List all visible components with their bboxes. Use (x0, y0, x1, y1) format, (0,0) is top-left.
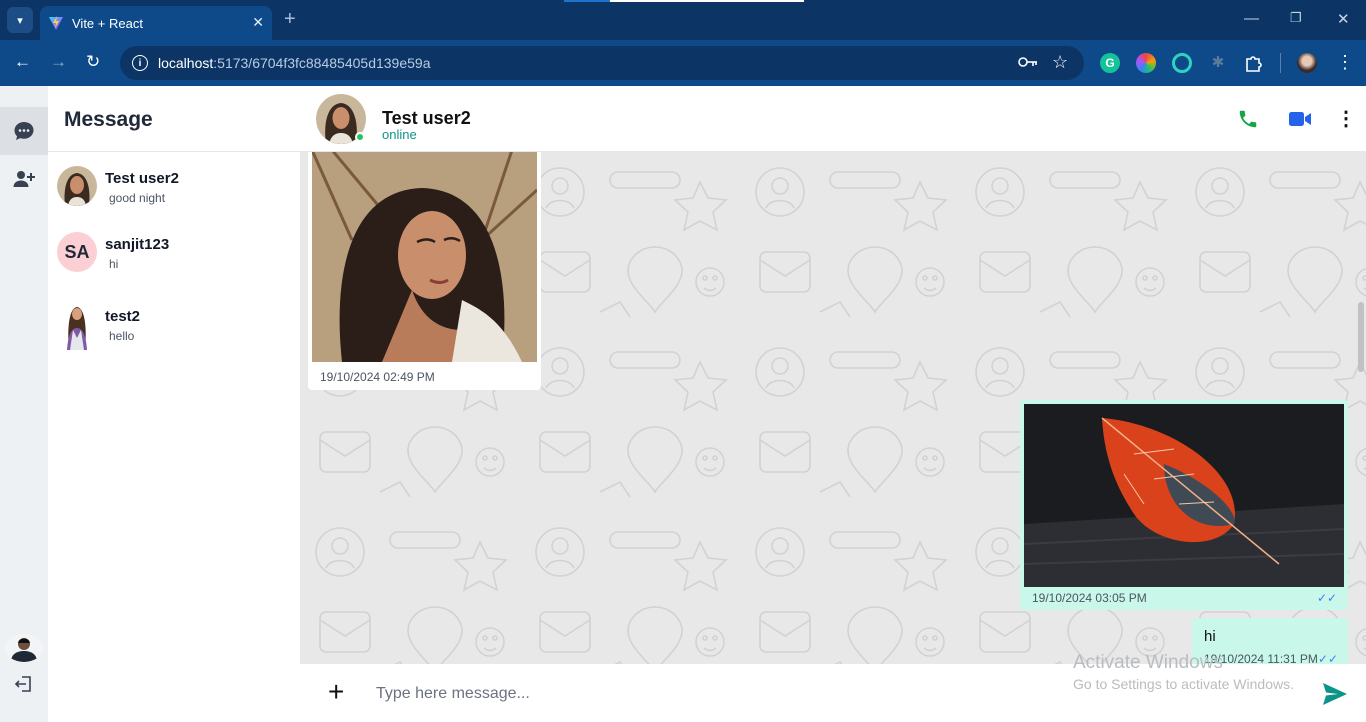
outgoing-image-message[interactable]: 19/10/2024 03:05 PM ✓✓ (1020, 400, 1348, 610)
send-icon[interactable] (1322, 682, 1348, 706)
message-image-portrait[interactable] (312, 152, 537, 362)
contact-item-test2[interactable]: test2 hello (48, 294, 300, 356)
contact-item-sanjit123[interactable]: SA sanjit123 hi (48, 222, 300, 284)
url-host: localhost (158, 55, 214, 71)
video-call-icon[interactable] (1288, 110, 1312, 128)
new-tab-button[interactable]: + (284, 8, 296, 31)
target-extension-icon[interactable] (1172, 53, 1192, 73)
minimize-icon[interactable]: — (1244, 10, 1259, 27)
bookmark-star-icon[interactable]: ☆ (1052, 52, 1068, 73)
phone-call-icon[interactable] (1237, 108, 1259, 130)
address-bar[interactable]: i localhost:5173/6704f3fc88485405d139e59… (120, 46, 1084, 80)
chats-nav-button[interactable] (0, 107, 48, 155)
contact-last-message: good night (109, 191, 166, 205)
back-arrow-icon[interactable]: ← (14, 52, 31, 72)
outgoing-text-message[interactable]: hi 19/10/2024 11:31 PM ✓✓ (1192, 618, 1348, 664)
browser-toolbar: ← → ↻ i localhost:5173/6704f3fc88485405d… (0, 40, 1366, 86)
profile-avatar[interactable] (1297, 53, 1317, 73)
contact-item-test-user2[interactable]: Test user2 good night (48, 156, 300, 218)
contact-name: test2 (105, 308, 141, 325)
chat-header: Test user2 online ⋮ (300, 86, 1366, 152)
tab-search-button[interactable]: ▾ (7, 7, 33, 33)
chat-contact-name: Test user2 (382, 108, 471, 128)
message-text: hi (1204, 628, 1216, 645)
read-receipt-icon: ✓✓ (1318, 652, 1339, 664)
extensions-puzzle-icon[interactable] (1244, 53, 1264, 73)
contact-name: Test user2 (105, 170, 179, 187)
forward-arrow-icon[interactable]: → (50, 52, 67, 72)
sidebar-title: Message (64, 108, 153, 131)
tab-title: Vite + React (72, 15, 143, 31)
restore-icon[interactable]: ❐ (1290, 10, 1302, 26)
contact-avatar (59, 298, 95, 350)
online-status-dot (355, 132, 365, 142)
read-receipt-icon: ✓✓ (1317, 591, 1338, 605)
message-timestamp: 19/10/2024 02:49 PM (320, 370, 435, 384)
add-friend-nav-button[interactable] (0, 155, 48, 203)
tab-close-icon[interactable]: ✕ (252, 14, 264, 31)
message-composer: + (300, 664, 1366, 722)
key-icon[interactable] (1018, 55, 1038, 69)
message-list[interactable]: 19/10/2024 02:49 PM 19/10/2024 03:05 PM … (300, 152, 1366, 664)
contact-initials-avatar: SA (57, 232, 97, 272)
chat-bubble-icon (14, 122, 34, 140)
contact-last-message: hi (109, 257, 119, 271)
conversation-sidebar: Message Test user2 good night SA sanjit1… (48, 86, 300, 722)
message-timestamp: 19/10/2024 03:05 PM (1032, 591, 1147, 605)
color-picker-extension-icon[interactable] (1136, 53, 1156, 73)
reload-icon[interactable]: ↻ (86, 52, 100, 72)
nav-rail (0, 86, 48, 722)
vite-logo-icon (49, 16, 63, 30)
attach-plus-button[interactable]: + (328, 678, 344, 706)
more-options-icon[interactable]: ⋮ (1336, 106, 1356, 131)
browser-tab[interactable]: Vite + React ✕ (40, 6, 272, 40)
contact-name: sanjit123 (105, 236, 170, 253)
browser-tab-bar: ▾ Vite + React ✕ + — ❐ ✕ (0, 0, 1366, 40)
url-path: :5173/6704f3fc88485405d139e59a (213, 55, 431, 71)
top-indicator (564, 0, 804, 2)
toolbar-divider (1280, 53, 1281, 73)
chat-panel: Test user2 online ⋮ 19/10/2024 02:49 PM … (300, 86, 1366, 722)
incoming-image-message[interactable]: 19/10/2024 02:49 PM (308, 152, 541, 390)
chat-contact-status: online (382, 127, 417, 142)
user-plus-icon (13, 171, 35, 187)
logout-button[interactable] (0, 660, 48, 708)
contact-last-message: hello (109, 329, 135, 343)
browser-menu-icon[interactable]: ⋮ (1336, 52, 1354, 73)
chevron-down-icon: ▾ (17, 14, 23, 27)
logout-icon (14, 676, 31, 692)
site-info-icon[interactable]: i (132, 55, 148, 71)
grammarly-extension-icon[interactable]: G (1100, 53, 1120, 73)
bug-extension-icon[interactable]: ✱ (1208, 53, 1228, 73)
contact-avatar (57, 166, 97, 206)
sidebar-divider (48, 151, 300, 152)
message-image-leaf[interactable] (1024, 404, 1344, 587)
message-timestamp: 19/10/2024 11:31 PM (1204, 652, 1318, 664)
close-window-icon[interactable]: ✕ (1337, 10, 1350, 28)
scrollbar-thumb[interactable] (1358, 302, 1364, 372)
chat-app: Message Test user2 good night SA sanjit1… (0, 86, 1366, 722)
my-avatar[interactable] (5, 634, 43, 662)
message-input[interactable] (376, 682, 1056, 706)
